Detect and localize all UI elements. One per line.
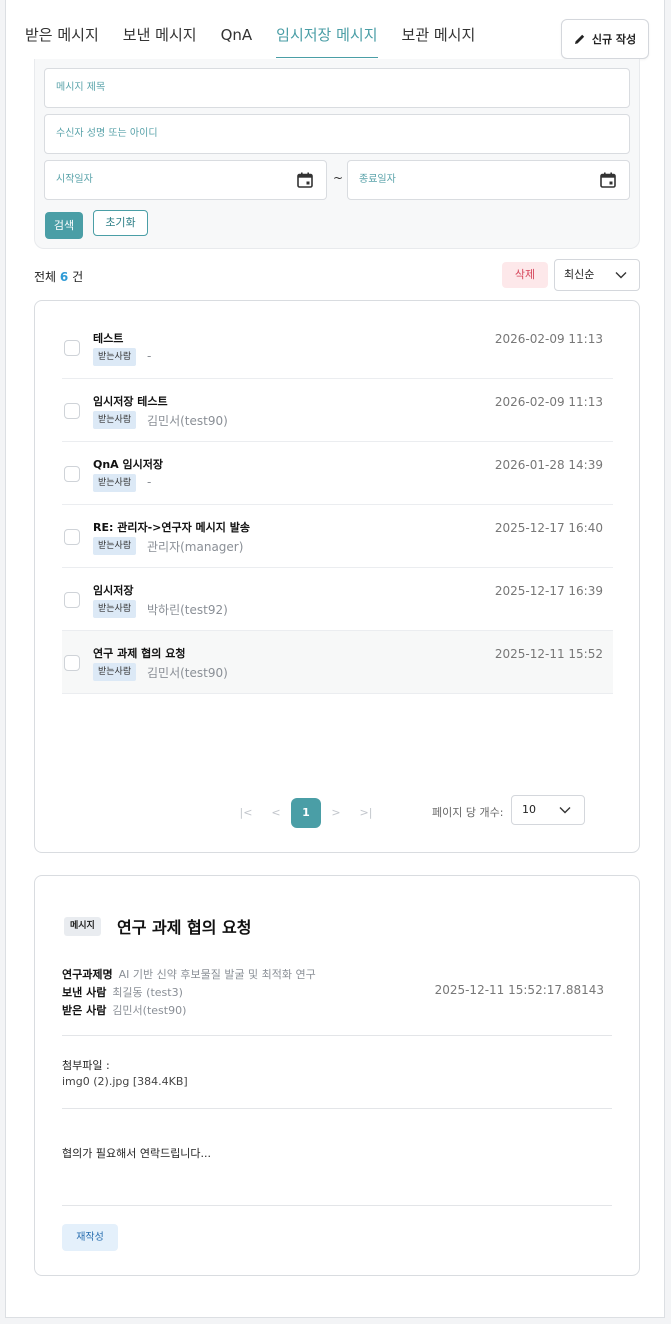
chevron-down-icon xyxy=(559,807,571,814)
rewrite-button[interactable]: 재작성 xyxy=(62,1224,118,1251)
message-date: 2025-12-17 16:39 xyxy=(494,584,603,598)
start-date-input[interactable]: 시작일자 xyxy=(44,160,327,200)
total-count: 전체 6 건 xyxy=(34,268,83,285)
message-date: 2025-12-17 16:40 xyxy=(494,521,603,535)
recipient-name: - xyxy=(147,475,152,489)
sender-label: 보낸 사람 xyxy=(62,986,107,999)
sender-name: 최길동 (test3) xyxy=(112,986,183,999)
message-date: 2026-01-28 14:39 xyxy=(494,458,603,472)
recipient-name: 김민서(test90) xyxy=(147,414,228,428)
first-page-button[interactable]: |< xyxy=(231,798,261,828)
row-checkbox[interactable] xyxy=(64,340,80,356)
recipient-badge: 받는사람 xyxy=(93,474,137,492)
title-search-input[interactable]: 메시지 제목 xyxy=(44,68,630,108)
message-title: RE: 관리자->연구자 메시지 발송 xyxy=(93,521,250,534)
message-title: 테스트 xyxy=(93,332,124,345)
last-page-button[interactable]: >| xyxy=(351,798,381,828)
row-checkbox[interactable] xyxy=(64,529,80,545)
search-filter: 메시지 제목 수신자 성명 또는 아이디 시작일자 ~ 종료일자 검색 초기화 xyxy=(34,59,640,249)
pagination: |< < 1 > >| xyxy=(231,798,381,828)
recipient-name: - xyxy=(147,349,152,363)
message-title: QnA 임시저장 xyxy=(93,458,164,471)
tab-drafts[interactable]: 임시저장 메시지 xyxy=(276,24,378,58)
tab-inbox[interactable]: 받은 메시지 xyxy=(25,24,99,58)
project-name: AI 기반 신약 후보물질 발굴 및 최적화 연구 xyxy=(118,968,316,981)
divider xyxy=(62,1108,612,1109)
project-row: 연구과제명 AI 기반 신약 후보물질 발굴 및 최적화 연구 xyxy=(62,966,316,982)
new-message-button[interactable]: 신규 작성 xyxy=(561,19,649,59)
list-item[interactable]: 테스트 받는사람 - 2026-02-09 11:13 xyxy=(62,316,613,379)
recipient-label: 받은 사람 xyxy=(62,1004,107,1017)
list-item[interactable]: 임시저장 테스트 받는사람 김민서(test90) 2026-02-09 11:… xyxy=(62,379,613,442)
delete-button[interactable]: 삭제 xyxy=(502,262,548,288)
page-button-1[interactable]: 1 xyxy=(291,798,321,828)
reset-button[interactable]: 초기화 xyxy=(93,210,148,236)
tab-sent[interactable]: 보낸 메시지 xyxy=(123,24,197,58)
total-number: 6 xyxy=(59,270,69,284)
list-item[interactable]: 임시저장 받는사람 박하린(test92) 2025-12-17 16:39 xyxy=(62,568,613,631)
detail-title: 연구 과제 협의 요청 xyxy=(117,918,252,937)
end-date-placeholder: 종료일자 xyxy=(359,174,396,185)
row-checkbox[interactable] xyxy=(64,655,80,671)
attachment-label: 첨부파일 : xyxy=(62,1059,110,1072)
recipient-search-input[interactable]: 수신자 성명 또는 아이디 xyxy=(44,114,630,154)
per-page-label: 페이지 당 개수: xyxy=(432,806,504,819)
message-page: 받은 메시지 보낸 메시지 QnA 임시저장 메시지 보관 메시지 신규 작성 … xyxy=(5,0,665,1318)
message-title: 임시저장 테스트 xyxy=(93,395,168,408)
tab-qna[interactable]: QnA xyxy=(221,24,253,58)
per-page-select[interactable]: 10 xyxy=(511,795,585,825)
sort-selected: 최신순 xyxy=(564,268,595,281)
message-tabs: 받은 메시지 보낸 메시지 QnA 임시저장 메시지 보관 메시지 xyxy=(25,24,499,58)
total-suffix: 건 xyxy=(72,270,84,284)
row-checkbox[interactable] xyxy=(64,466,80,482)
recipient-name: 관리자(manager) xyxy=(147,540,244,554)
message-date: 2025-12-11 15:52 xyxy=(494,647,603,661)
attachment-file-link[interactable]: img0 (2).jpg [384.4KB] xyxy=(62,1075,188,1088)
calendar-icon[interactable] xyxy=(599,171,617,189)
date-range-separator: ~ xyxy=(333,171,344,185)
total-prefix: 전체 xyxy=(34,270,57,284)
sort-select[interactable]: 최신순 xyxy=(554,259,640,291)
recipient-value: 김민서(test90) xyxy=(112,1004,187,1017)
tab-archive[interactable]: 보관 메시지 xyxy=(402,24,476,58)
next-page-button[interactable]: > xyxy=(321,798,351,828)
recipient-badge: 받는사람 xyxy=(93,348,137,366)
message-type-badge: 메시지 xyxy=(64,917,101,936)
project-label: 연구과제명 xyxy=(62,968,113,981)
divider xyxy=(62,1035,612,1036)
recipient-badge: 받는사람 xyxy=(93,411,137,429)
search-button[interactable]: 검색 xyxy=(45,212,83,239)
message-title: 임시저장 xyxy=(93,584,134,597)
prev-page-button[interactable]: < xyxy=(261,798,291,828)
recipient-row: 받은 사람 김민서(test90) xyxy=(62,1002,186,1018)
detail-datetime: 2025-12-11 15:52:17.88143 xyxy=(434,983,604,997)
message-detail-panel: 메시지 연구 과제 협의 요청 연구과제명 AI 기반 신약 후보물질 발굴 및 … xyxy=(34,875,640,1276)
list-item[interactable]: 연구 과제 협의 요청 받는사람 김민서(test90) 2025-12-11 … xyxy=(62,631,613,694)
message-date: 2026-02-09 11:13 xyxy=(494,332,603,346)
row-checkbox[interactable] xyxy=(64,403,80,419)
sender-row: 보낸 사람 최길동 (test3) xyxy=(62,984,183,1000)
per-page-value: 10 xyxy=(522,803,536,816)
message-date: 2026-02-09 11:13 xyxy=(494,395,603,409)
pencil-icon xyxy=(574,34,585,44)
divider xyxy=(62,1205,612,1206)
recipient-badge: 받는사람 xyxy=(93,663,137,681)
chevron-down-icon xyxy=(615,272,627,279)
list-item[interactable]: QnA 임시저장 받는사람 - 2026-01-28 14:39 xyxy=(62,442,613,505)
start-date-placeholder: 시작일자 xyxy=(56,174,93,185)
end-date-input[interactable]: 종료일자 xyxy=(347,160,630,200)
message-title: 연구 과제 협의 요청 xyxy=(93,647,186,660)
list-item[interactable]: RE: 관리자->연구자 메시지 발송 받는사람 관리자(manager) 20… xyxy=(62,505,613,568)
new-message-label: 신규 작성 xyxy=(591,33,637,46)
message-list-panel: 테스트 받는사람 - 2026-02-09 11:13 임시저장 테스트 받는사… xyxy=(34,300,640,853)
recipient-name: 박하린(test92) xyxy=(147,603,228,617)
recipient-badge: 받는사람 xyxy=(93,537,137,555)
row-checkbox[interactable] xyxy=(64,592,80,608)
message-body: 협의가 필요해서 연락드립니다... xyxy=(62,1147,212,1160)
calendar-icon[interactable] xyxy=(296,171,314,189)
recipient-badge: 받는사람 xyxy=(93,600,137,618)
recipient-name: 김민서(test90) xyxy=(147,666,228,680)
